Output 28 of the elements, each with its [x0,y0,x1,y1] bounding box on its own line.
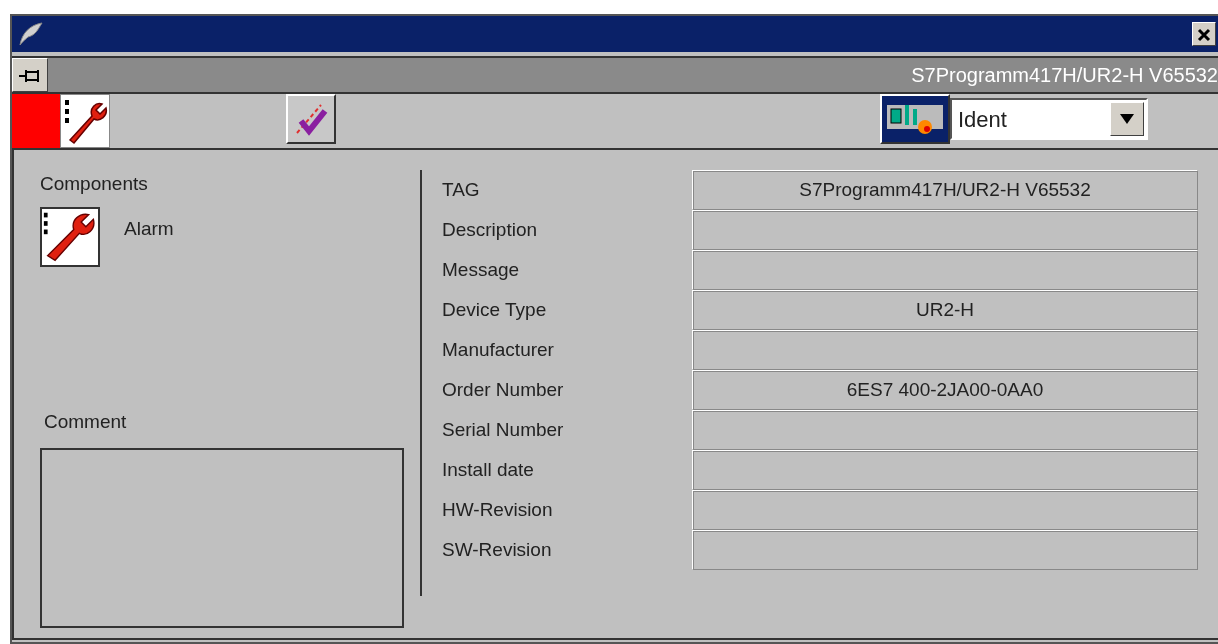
components-heading: Components [40,172,149,196]
field-label: Device Type [442,297,548,322]
field-label: TAG [442,177,481,202]
field-label: Install date [442,457,535,482]
field-label: Order Number [442,377,565,402]
close-icon [1197,28,1211,43]
feather-icon [18,21,44,47]
faceplate-button[interactable] [880,94,950,144]
field-label: SW-Revision [442,537,553,562]
comment-field[interactable] [40,448,404,628]
pin-button[interactable] [12,58,48,92]
object-path: S7Programm417H/UR2-H V65532 [911,63,1218,88]
field-value: 6ES7 400-2JA00-0AA0 [692,370,1198,410]
component-label: Alarm [124,216,174,241]
status-indicator [12,94,60,148]
wrench-icon[interactable] [40,206,100,267]
alarm-tool-button[interactable] [60,94,110,148]
field-value: UR2-H [692,290,1198,330]
field-label: Manufacturer [442,337,555,362]
view-dropdown[interactable]: Ident [950,98,1148,140]
close-button[interactable] [1192,22,1216,46]
field-label: Message [442,257,521,282]
acknowledge-button[interactable] [286,94,336,144]
field-value: S7Programm417H/UR2-H V65532 [692,170,1198,210]
field-label: Description [442,217,539,242]
field-label: HW-Revision [442,497,554,522]
field-label: Serial Number [442,417,565,442]
comment-heading: Comment [44,409,128,434]
